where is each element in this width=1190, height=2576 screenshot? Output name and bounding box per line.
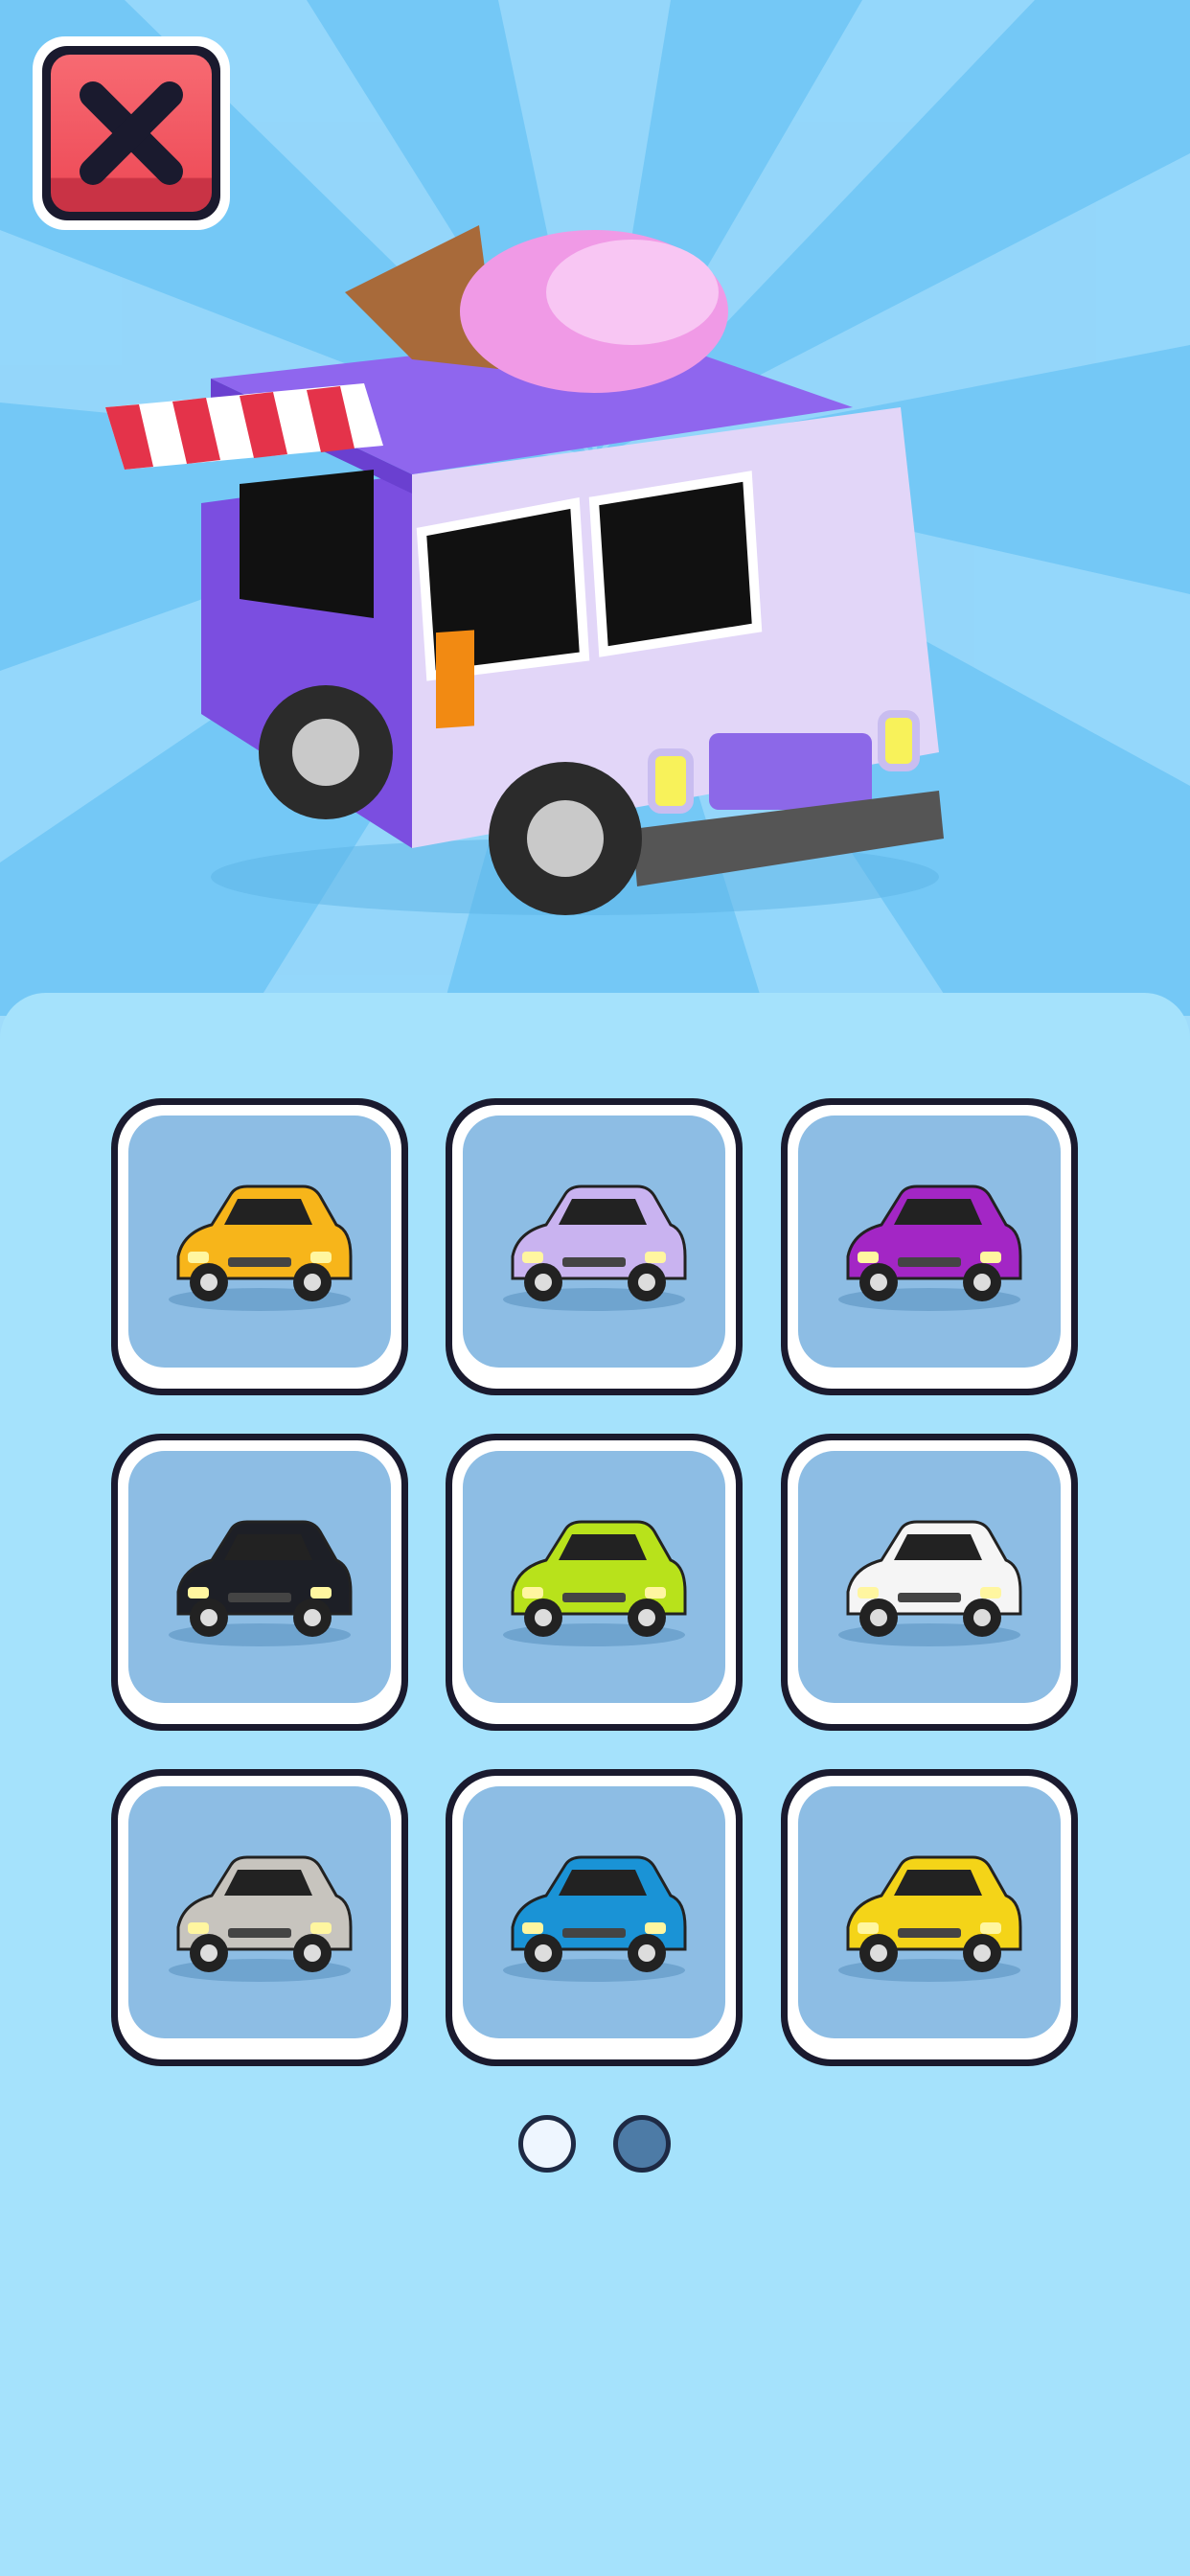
mini-car-icon — [169, 1184, 353, 1311]
vehicle-card-sports-car[interactable] — [781, 1769, 1078, 2066]
close-x-icon — [80, 81, 183, 185]
page-dot-1[interactable] — [518, 2115, 576, 2173]
cybertruck-icon — [169, 1855, 353, 1982]
vehicle-card-jeep[interactable] — [446, 1434, 743, 1731]
page-dot-2[interactable] — [613, 2115, 671, 2173]
sports-car-icon — [838, 1855, 1022, 1982]
ice-cream-truck-icon — [503, 1184, 687, 1311]
vehicle-card-ice-cream-truck[interactable] — [446, 1098, 743, 1395]
ambulance-icon — [838, 1520, 1022, 1646]
vehicle-card-cybertruck[interactable] — [111, 1769, 408, 2066]
vehicle-card-ambulance[interactable] — [781, 1434, 1078, 1731]
vehicle-card-hot-rod[interactable] — [781, 1098, 1078, 1395]
vehicle-card-van[interactable] — [446, 1769, 743, 2066]
preview-area — [0, 0, 1190, 1016]
close-button[interactable] — [33, 36, 230, 230]
police-car-icon — [169, 1520, 353, 1646]
ice-cream-truck-preview — [105, 225, 944, 915]
jeep-icon — [503, 1520, 687, 1646]
vehicle-card-police-car[interactable] — [111, 1434, 408, 1731]
hot-rod-icon — [838, 1184, 1022, 1311]
vehicle-selection-panel — [0, 993, 1190, 2576]
vehicle-card-mini-car[interactable] — [111, 1098, 408, 1395]
van-icon — [503, 1855, 687, 1982]
